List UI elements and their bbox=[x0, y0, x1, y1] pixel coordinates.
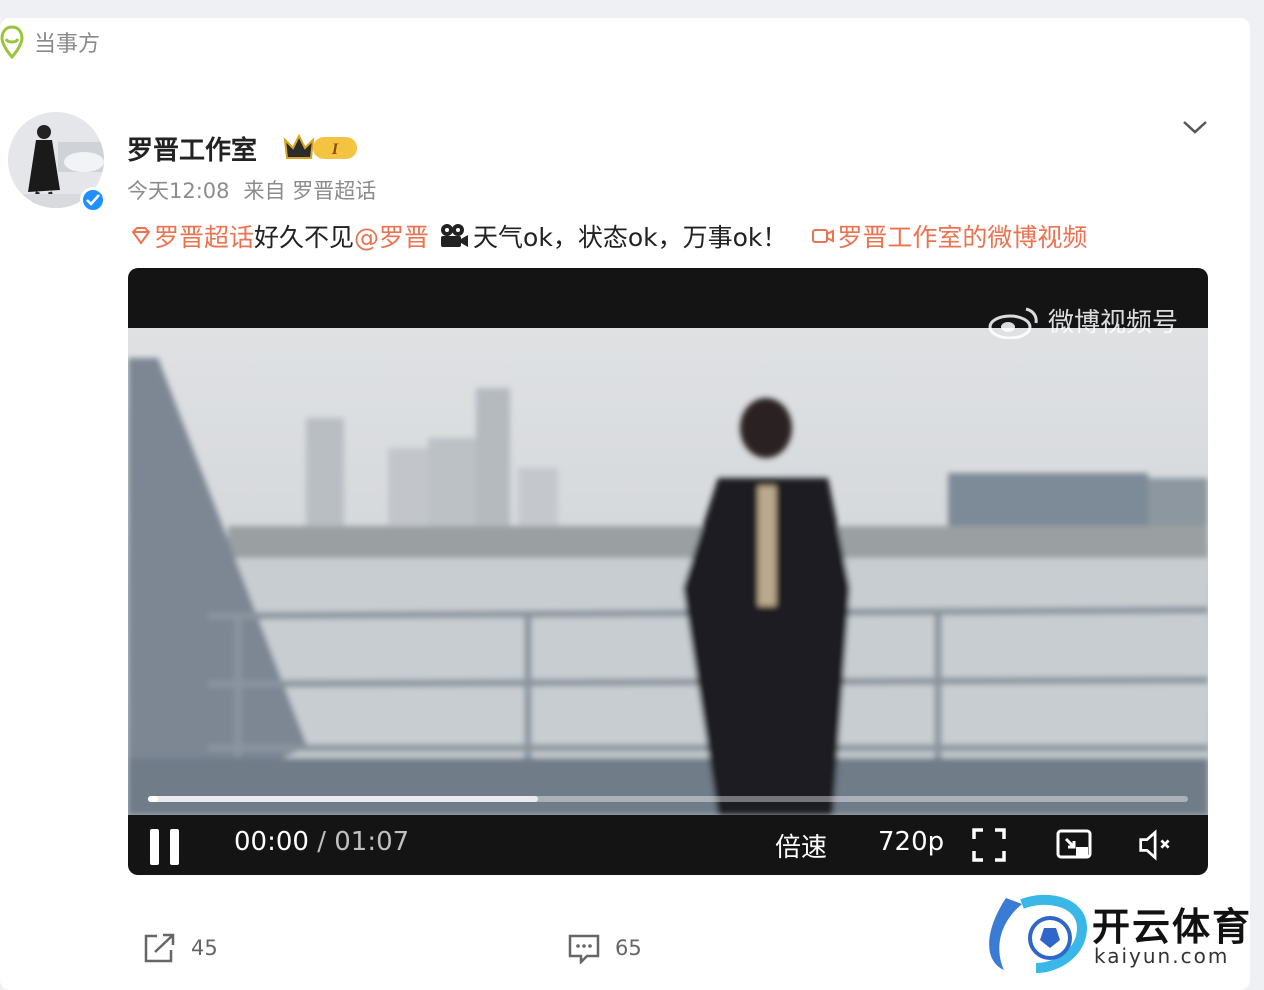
video-watermark: 微博视频号 bbox=[988, 302, 1178, 339]
location-pin-icon bbox=[0, 25, 24, 59]
post-text-part2: 天气ok，状态ok，万事ok！ bbox=[473, 223, 788, 252]
post-text-part1: 好久不见 bbox=[254, 223, 355, 252]
video-link-icon bbox=[812, 229, 835, 243]
watermark-text: 微博视频号 bbox=[1047, 308, 1178, 338]
mention-link[interactable]: @罗晋 bbox=[354, 218, 429, 254]
site-url: kaiyun.com bbox=[1094, 944, 1230, 968]
current-time: 00:00 bbox=[234, 827, 309, 857]
source-prefix: 来自 bbox=[243, 179, 286, 203]
film-camera-icon bbox=[441, 224, 469, 247]
picture-in-picture-icon[interactable] bbox=[1056, 827, 1092, 863]
video-link[interactable]: 罗晋工作室的微博视频 bbox=[837, 218, 1087, 254]
topic-diamond-icon bbox=[131, 227, 151, 245]
player-controls: 00:00 / 01:07 倍速 720p bbox=[128, 815, 1208, 875]
party-label-text: 当事方 bbox=[34, 32, 101, 57]
author-name[interactable]: 罗晋工作室 bbox=[127, 130, 257, 167]
repost-count: 45 bbox=[191, 936, 218, 960]
speed-button[interactable]: 倍速 bbox=[775, 827, 827, 864]
topic-link[interactable]: 罗晋超话 bbox=[154, 218, 254, 254]
repost-icon bbox=[144, 933, 175, 963]
comment-icon bbox=[568, 934, 600, 964]
video-player[interactable]: 微博视频号 00:00 / 01:07 倍速 720p bbox=[128, 268, 1208, 875]
chevron-down-icon[interactable] bbox=[1180, 113, 1210, 141]
quality-button[interactable]: 720p bbox=[878, 827, 944, 857]
level-badge-text: I bbox=[331, 141, 339, 158]
progress-buffered bbox=[148, 796, 538, 802]
pause-icon[interactable] bbox=[148, 829, 182, 865]
weibo-logo-icon bbox=[988, 307, 1038, 339]
comment-button[interactable]: 65 bbox=[567, 932, 642, 964]
progress-played bbox=[148, 796, 159, 802]
progress-bar[interactable] bbox=[148, 796, 1188, 802]
post-source[interactable]: 罗晋超话 bbox=[292, 179, 376, 203]
post-meta: 今天12:08 来自 罗晋超话 bbox=[127, 175, 376, 205]
mute-icon[interactable] bbox=[1138, 827, 1174, 863]
video-frame[interactable] bbox=[128, 328, 1208, 815]
crown-badge-icon: I bbox=[283, 133, 357, 159]
total-time: 01:07 bbox=[334, 827, 410, 857]
time-display: 00:00 / 01:07 bbox=[234, 827, 410, 857]
video-frame-image bbox=[128, 358, 1208, 815]
comment-count: 65 bbox=[615, 936, 642, 960]
verified-icon bbox=[80, 187, 106, 213]
post-text: 罗晋超话 好久不见 @罗晋 天气ok，状态ok，万事ok！ 罗晋工作室的微博视频 bbox=[130, 218, 1087, 254]
fullscreen-icon[interactable] bbox=[971, 827, 1007, 863]
site-logo-text: 开云体育 bbox=[1092, 905, 1253, 949]
post-time[interactable]: 今天12:08 bbox=[127, 175, 230, 205]
party-label: 当事方 bbox=[0, 24, 100, 60]
repost-button[interactable]: 45 bbox=[143, 932, 218, 964]
